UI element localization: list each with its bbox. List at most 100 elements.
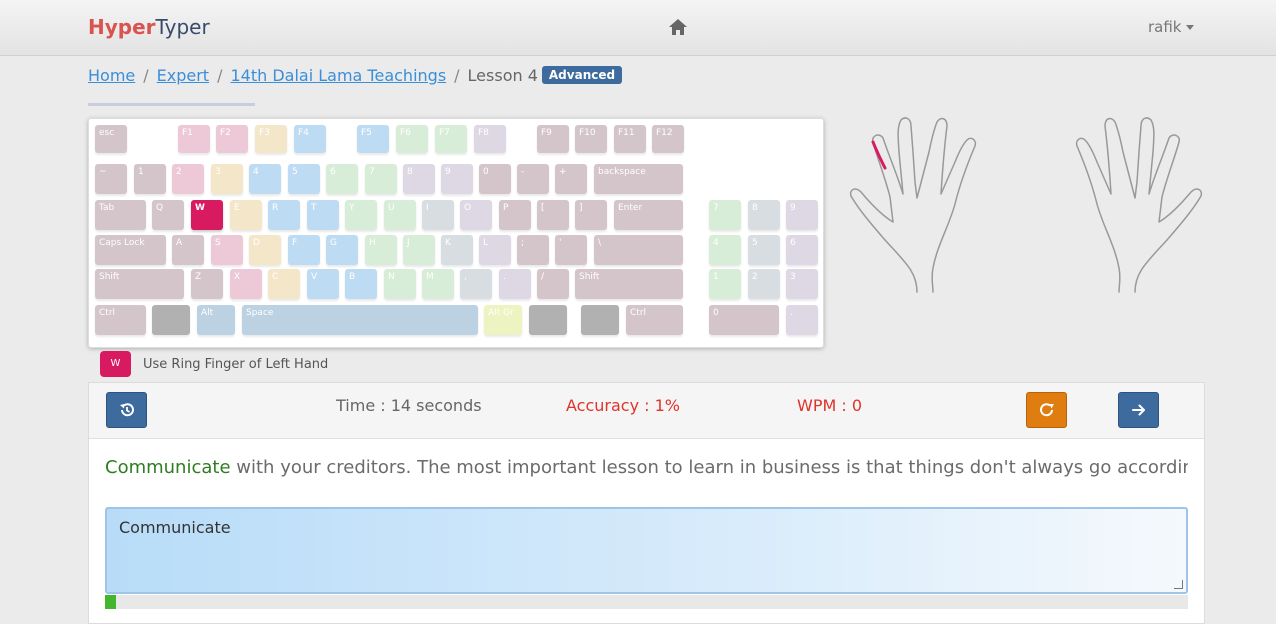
key-a: A bbox=[172, 235, 204, 265]
chevron-down-icon bbox=[1185, 25, 1194, 30]
key-p: P bbox=[499, 200, 531, 230]
key-i: I bbox=[422, 200, 454, 230]
brand-part-1: Hyper bbox=[88, 15, 156, 39]
key-x: X bbox=[230, 269, 262, 299]
key-w: W bbox=[191, 200, 223, 230]
key-f: F bbox=[288, 235, 320, 265]
key-j: J bbox=[403, 235, 435, 265]
key-space: Space bbox=[242, 305, 478, 335]
breadcrumb-course[interactable]: 14th Dalai Lama Teachings bbox=[230, 66, 446, 85]
key-u: U bbox=[384, 200, 416, 230]
hands-diagram bbox=[845, 112, 1207, 297]
numpad-key-0: 0 bbox=[709, 305, 779, 335]
key-esc: esc bbox=[95, 125, 127, 153]
key-shift: Shift bbox=[95, 269, 184, 299]
key-4: 4 bbox=[249, 164, 281, 194]
key-alt: Alt bbox=[197, 305, 235, 335]
key-5: 5 bbox=[288, 164, 320, 194]
key-f8: F8 bbox=[474, 125, 506, 153]
key-e: E bbox=[230, 200, 262, 230]
key-m: M bbox=[422, 269, 454, 299]
resize-handle[interactable] bbox=[1174, 580, 1183, 589]
time-stat: Time : 14 seconds bbox=[336, 396, 482, 415]
key-f4: F4 bbox=[294, 125, 326, 153]
breadcrumb-separator: / bbox=[454, 66, 460, 85]
key-h: H bbox=[365, 235, 397, 265]
key-f5: F5 bbox=[357, 125, 389, 153]
key-8: 8 bbox=[403, 164, 435, 194]
key-f3: F3 bbox=[255, 125, 287, 153]
numpad-key-5: 5 bbox=[748, 235, 780, 265]
key-f9: F9 bbox=[537, 125, 569, 153]
key-k: K bbox=[441, 235, 473, 265]
key--: / bbox=[537, 269, 569, 299]
remaining-text: ith your creditors. The most important l… bbox=[251, 457, 1188, 478]
typing-input-value: Communicate bbox=[119, 518, 231, 537]
history-icon bbox=[119, 403, 134, 417]
key-s: S bbox=[211, 235, 243, 265]
progress-bar bbox=[105, 595, 1188, 609]
numpad-key-3: 3 bbox=[786, 269, 818, 299]
breadcrumb-expert[interactable]: Expert bbox=[157, 66, 209, 85]
hint-text: Use Ring Finger of Left Hand bbox=[143, 357, 329, 372]
key-9: 9 bbox=[441, 164, 473, 194]
key--: ] bbox=[575, 200, 607, 230]
history-button[interactable] bbox=[106, 392, 147, 428]
virtual-keyboard: esc F1 F2 F3 F4 F5 F6 F7 F8 F9 F10 F11 F12 ~1 2 3 4 5 6 7 8 9… bbox=[88, 118, 824, 348]
key-1: 1 bbox=[134, 164, 166, 194]
key-enter: Enter bbox=[614, 200, 683, 230]
breadcrumb-home[interactable]: Home bbox=[88, 66, 135, 85]
highlighted-finger bbox=[871, 140, 887, 170]
user-menu[interactable]: rafik bbox=[1148, 18, 1194, 36]
key-q: Q bbox=[152, 200, 184, 230]
hint-key: W bbox=[100, 351, 131, 377]
key-7: 7 bbox=[365, 164, 397, 194]
key-z: Z bbox=[191, 269, 223, 299]
typing-input[interactable]: Communicate bbox=[105, 507, 1188, 594]
level-badge: Advanced bbox=[541, 66, 623, 84]
typed-text: Communicate bbox=[105, 457, 231, 478]
numpad-key-1: 1 bbox=[709, 269, 741, 299]
typing-panel: Time : 14 seconds Accuracy : 1% WPM : 0 … bbox=[88, 382, 1205, 624]
key-l: L bbox=[479, 235, 511, 265]
key-f12: F12 bbox=[652, 125, 684, 153]
key-blank bbox=[152, 305, 190, 335]
key-0: 0 bbox=[479, 164, 511, 194]
key-6: 6 bbox=[326, 164, 358, 194]
numpad-key-6: 6 bbox=[786, 235, 818, 265]
home-icon[interactable] bbox=[667, 17, 689, 37]
breadcrumb-separator: / bbox=[143, 66, 149, 85]
numpad-key-7: 7 bbox=[709, 200, 741, 230]
accuracy-stat: Accuracy : 1% bbox=[566, 396, 680, 415]
key-r: R bbox=[268, 200, 300, 230]
key-2: 2 bbox=[172, 164, 204, 194]
arrow-right-icon bbox=[1131, 404, 1145, 416]
next-lesson-button[interactable] bbox=[1118, 392, 1159, 428]
key--: , bbox=[460, 269, 492, 299]
numpad-key-4: 4 bbox=[709, 235, 741, 265]
top-navbar: HyperTyper rafik bbox=[0, 0, 1276, 56]
key-f6: F6 bbox=[396, 125, 428, 153]
progress-fill bbox=[105, 595, 116, 609]
restart-button[interactable] bbox=[1026, 392, 1067, 428]
key-t: T bbox=[307, 200, 339, 230]
key-n: N bbox=[384, 269, 416, 299]
key-y: Y bbox=[345, 200, 377, 230]
key-ctrl: Ctrl bbox=[95, 305, 146, 335]
numpad-key-dot: . bbox=[786, 305, 818, 335]
user-name: rafik bbox=[1148, 18, 1182, 36]
key--: - bbox=[517, 164, 549, 194]
lesson-text: Communicate with your creditors. The mos… bbox=[105, 457, 1188, 478]
key-f10: F10 bbox=[575, 125, 607, 153]
key-caps-lock: Caps Lock bbox=[95, 235, 166, 265]
wpm-stat: WPM : 0 bbox=[797, 396, 863, 415]
key-f11: F11 bbox=[614, 125, 646, 153]
brand-logo[interactable]: HyperTyper bbox=[88, 15, 210, 39]
numpad-key-9: 9 bbox=[786, 200, 818, 230]
breadcrumb-lesson: Lesson 4 bbox=[467, 66, 538, 85]
key-c: C bbox=[268, 269, 300, 299]
key-blank bbox=[581, 305, 619, 335]
numpad-key-2: 2 bbox=[748, 269, 780, 299]
key-shift: Shift bbox=[575, 269, 683, 299]
key-b: B bbox=[345, 269, 377, 299]
